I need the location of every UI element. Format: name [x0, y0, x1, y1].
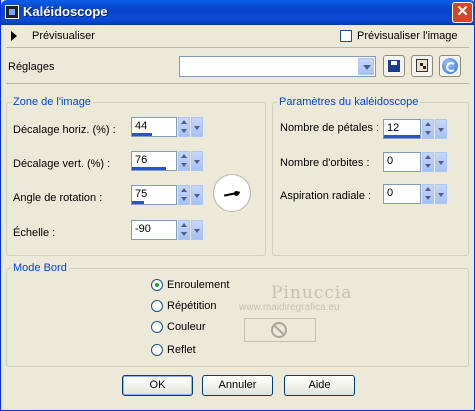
scale-spinner[interactable]: -90	[131, 220, 203, 240]
title-bar[interactable]: Kaléidoscope ✕	[1, 0, 475, 25]
chevron-down-icon[interactable]	[358, 58, 374, 75]
rotation-spinner[interactable]: 75	[131, 185, 203, 205]
radio-reflect[interactable]	[151, 344, 163, 356]
preview-toggle-label[interactable]: Prévisualiser	[32, 30, 95, 42]
orbits-input[interactable]: 0	[383, 152, 421, 172]
offset-v-spinner[interactable]: 76	[131, 151, 203, 171]
scale-dropdown[interactable]	[191, 220, 203, 240]
rotation-dropdown[interactable]	[191, 185, 203, 205]
watermark-url: www.maidiregrafica.eu	[239, 302, 340, 313]
help-button[interactable]: Aide	[284, 375, 355, 396]
offset-v-label: Décalage vert. (%) :	[13, 158, 111, 170]
dial-center	[234, 191, 239, 196]
close-button[interactable]: ✕	[452, 2, 473, 23]
petals-dropdown[interactable]	[435, 119, 447, 139]
dice-icon	[416, 59, 428, 72]
save-icon	[388, 60, 400, 72]
rotation-updown[interactable]	[178, 185, 190, 205]
offset-h-spinner[interactable]: 44	[131, 117, 203, 137]
radio-repeat[interactable]	[151, 300, 163, 312]
offset-v-bar	[132, 167, 166, 170]
radial-dropdown[interactable]	[435, 184, 447, 204]
scale-input[interactable]: -90	[131, 220, 177, 240]
petals-label: Nombre de pétales :	[280, 122, 380, 134]
edge-mode-group: Mode Bord	[6, 262, 469, 367]
randomize-button[interactable]	[411, 55, 433, 77]
orbits-label: Nombre d'orbites :	[280, 157, 370, 169]
presets-label: Réglages	[8, 61, 55, 73]
orbits-dropdown[interactable]	[435, 152, 447, 172]
rotation-label: Angle de rotation :	[13, 192, 103, 204]
orbits-updown[interactable]	[422, 152, 434, 172]
petals-bar	[384, 135, 420, 138]
expand-preview-icon[interactable]	[11, 31, 17, 41]
petals-spinner[interactable]: 12	[383, 119, 455, 139]
presets-combo[interactable]	[179, 56, 376, 77]
save-preset-button[interactable]	[383, 55, 405, 77]
zone-legend: Zone de l'image	[13, 96, 91, 108]
kaleidoscope-dialog: Kaléidoscope ✕ Prévisualiser Prévisualis…	[0, 0, 475, 411]
reset-icon	[442, 58, 458, 74]
edge-mode-legend: Mode Bord	[13, 262, 67, 274]
offset-v-dropdown[interactable]	[191, 151, 203, 171]
params-legend: Paramètres du kaléidoscope	[279, 96, 419, 108]
petals-updown[interactable]	[422, 119, 434, 139]
rotation-dial[interactable]	[213, 174, 251, 212]
cancel-button[interactable]: Annuler	[202, 375, 273, 396]
offset-h-bar	[132, 133, 152, 136]
scale-updown[interactable]	[178, 220, 190, 240]
radial-label: Aspiration radiale :	[280, 190, 372, 202]
preview-image-checkbox[interactable]	[340, 30, 352, 42]
radial-spinner[interactable]: 0	[383, 184, 455, 204]
app-icon	[5, 5, 19, 19]
no-entry-icon	[271, 322, 287, 338]
scale-label: Échelle :	[13, 227, 56, 239]
offset-h-dropdown[interactable]	[191, 117, 203, 137]
ok-button[interactable]: OK	[122, 375, 193, 396]
offset-h-updown[interactable]	[178, 117, 190, 137]
radio-wrap-label[interactable]: Enroulement	[167, 279, 229, 291]
radio-wrap[interactable]	[151, 279, 163, 291]
presets-row: Réglages	[6, 53, 469, 84]
edge-color-swatch	[244, 318, 316, 342]
radio-color[interactable]	[151, 321, 163, 333]
watermark-name: Pinuccia	[271, 283, 353, 303]
rotation-bar	[132, 201, 144, 204]
offset-v-updown[interactable]	[178, 151, 190, 171]
preview-image-label[interactable]: Prévisualiser l'image	[357, 30, 458, 42]
orbits-spinner[interactable]: 0	[383, 152, 455, 172]
preview-bar: Prévisualiser Prévisualiser l'image	[6, 27, 469, 48]
radial-updown[interactable]	[422, 184, 434, 204]
reset-button[interactable]	[439, 55, 461, 77]
radial-input[interactable]: 0	[383, 184, 421, 204]
window-title: Kaléidoscope	[23, 4, 108, 19]
offset-h-label: Décalage horiz. (%) :	[13, 124, 116, 136]
radio-color-label[interactable]: Couleur	[167, 321, 206, 333]
radio-reflect-label[interactable]: Reflet	[167, 344, 196, 356]
radio-repeat-label[interactable]: Répétition	[167, 300, 217, 312]
